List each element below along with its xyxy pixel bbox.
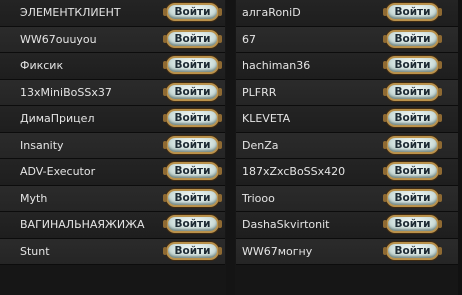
join-button[interactable]: Войти xyxy=(383,241,442,260)
join-button-label: Войти xyxy=(174,218,211,230)
player-row: Фиксик Войти xyxy=(0,53,225,80)
player-name: DenZa xyxy=(242,138,279,152)
player-name: Myth xyxy=(20,191,48,205)
join-button-label: Войти xyxy=(174,244,211,257)
join-button-label: Войти xyxy=(394,165,431,177)
player-name: ДимаПрицел xyxy=(20,112,95,125)
player-row: hachiman36 Войти xyxy=(236,53,462,80)
player-row: 13xMiniBoSSx37 Войти xyxy=(0,79,225,106)
player-name: hachiman36 xyxy=(242,59,311,72)
join-button-label: Войти xyxy=(394,32,431,45)
join-button-label: Войти xyxy=(394,191,431,204)
player-row: ADV-Executor Войти xyxy=(0,159,225,186)
join-button[interactable]: Войти xyxy=(163,215,222,233)
join-button[interactable]: Войти xyxy=(383,162,442,180)
player-name: Insanity xyxy=(20,138,64,152)
player-name: 187xZxcBoSSx420 xyxy=(242,165,346,178)
player-list-right: алгаRoniD Войти 67 Войти hachiman36 Войт… xyxy=(236,0,462,265)
player-list-panel: ЭЛЕМЕНТКЛИЕНТ Войти WW67ouuyou Войти Фик… xyxy=(0,0,462,295)
join-button[interactable]: Войти xyxy=(383,215,442,233)
join-button[interactable]: Войти xyxy=(163,3,222,21)
player-name: ЭЛЕМЕНТКЛИЕНТ xyxy=(20,6,121,19)
join-button-label: Войти xyxy=(394,85,431,98)
player-name: KLEVETA xyxy=(242,112,291,125)
join-button-label: Войти xyxy=(394,6,431,18)
join-button[interactable]: Войти xyxy=(383,3,442,21)
player-row: Myth Войти xyxy=(0,185,225,212)
join-button-label: Войти xyxy=(174,85,211,98)
player-row: DenZa Войти xyxy=(236,132,462,159)
player-row: ВАГИНАЛЬНАЯЖИЖА Войти xyxy=(0,212,225,239)
join-button[interactable]: Войти xyxy=(383,56,442,74)
player-row: DashaSkvirtonit Войти xyxy=(236,212,462,239)
player-name: ADV-Executor xyxy=(20,165,96,178)
join-button[interactable]: Войти xyxy=(163,29,222,48)
player-row: WW67могну Войти xyxy=(236,238,462,265)
player-row: WW67ouuyou Войти xyxy=(0,26,225,53)
player-row: Triooo Войти xyxy=(236,185,462,212)
player-row: ДимаПрицел Войти xyxy=(0,106,225,133)
player-name: PLFRR xyxy=(242,85,277,99)
join-button-label: Войти xyxy=(174,165,211,177)
join-button[interactable]: Войти xyxy=(383,188,442,207)
join-button[interactable]: Войти xyxy=(163,241,222,260)
player-name: WW67могну xyxy=(242,244,313,258)
player-row: Stunt Войти xyxy=(0,238,225,265)
join-button-label: Войти xyxy=(174,112,211,124)
player-list-left: ЭЛЕМЕНТКЛИЕНТ Войти WW67ouuyou Войти Фик… xyxy=(0,0,225,265)
player-row: алгаRoniD Войти xyxy=(236,0,462,27)
join-button[interactable]: Войти xyxy=(163,188,222,207)
join-button-label: Войти xyxy=(394,138,431,151)
player-row: Insanity Войти xyxy=(0,132,225,159)
join-button-label: Войти xyxy=(174,6,211,18)
join-button[interactable]: Войти xyxy=(383,135,442,154)
player-row: PLFRR Войти xyxy=(236,79,462,106)
join-button[interactable]: Войти xyxy=(163,82,222,101)
player-name: ВАГИНАЛЬНАЯЖИЖА xyxy=(20,218,145,231)
join-button-label: Войти xyxy=(394,218,431,230)
join-button[interactable]: Войти xyxy=(163,162,222,180)
join-button[interactable]: Войти xyxy=(383,109,442,127)
join-button[interactable]: Войти xyxy=(163,56,222,74)
column-divider xyxy=(226,0,235,295)
player-name: 67 xyxy=(242,32,256,46)
player-name: DashaSkvirtonit xyxy=(242,218,330,231)
join-button-label: Войти xyxy=(394,112,431,124)
join-button-label: Войти xyxy=(174,138,211,151)
join-button[interactable]: Войти xyxy=(383,29,442,48)
player-name: Фиксик xyxy=(20,59,64,72)
player-name: алгаRoniD xyxy=(242,6,301,19)
player-row: 187xZxcBoSSx420 Войти xyxy=(236,159,462,186)
player-row: KLEVETA Войти xyxy=(236,106,462,133)
join-button-label: Войти xyxy=(174,32,211,45)
player-name: Triooo xyxy=(242,191,275,205)
scrollbar-track[interactable] xyxy=(458,0,462,295)
join-button-label: Войти xyxy=(174,191,211,204)
player-row: ЭЛЕМЕНТКЛИЕНТ Войти xyxy=(0,0,225,27)
player-name: 13xMiniBoSSx37 xyxy=(20,85,112,99)
join-button[interactable]: Войти xyxy=(163,135,222,154)
join-button[interactable]: Войти xyxy=(163,109,222,127)
join-button-label: Войти xyxy=(174,59,211,71)
join-button-label: Войти xyxy=(394,244,431,257)
player-row: 67 Войти xyxy=(236,26,462,53)
player-name: WW67ouuyou xyxy=(20,32,97,46)
player-name: Stunt xyxy=(20,244,50,258)
join-button-label: Войти xyxy=(394,59,431,71)
join-button[interactable]: Войти xyxy=(383,82,442,101)
